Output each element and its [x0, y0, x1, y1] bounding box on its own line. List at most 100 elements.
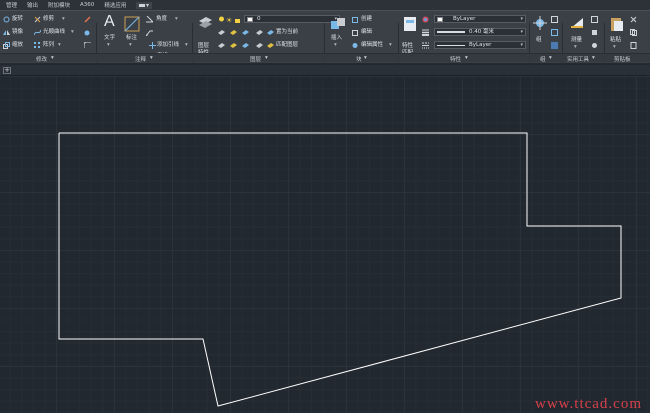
- array-button[interactable]: 阵列: [43, 42, 54, 49]
- ungroup-icon: [551, 16, 558, 23]
- linetype-icon: [422, 42, 429, 49]
- panel-title-block[interactable]: 块: [356, 55, 362, 63]
- drawing-canvas[interactable]: www.ttcad.com: [0, 76, 650, 413]
- utility-icon: [591, 16, 598, 23]
- trim-button[interactable]: 修剪: [43, 16, 54, 23]
- menu-bar: 管理 输出 附加模块 A360 精选应用: [0, 0, 650, 10]
- layer-color-swatch: [247, 17, 253, 22]
- mirror-button[interactable]: 镜像: [12, 29, 23, 36]
- array-dropdown-icon[interactable]: ▾: [58, 42, 61, 49]
- paste-dropdown-icon[interactable]: ▾: [613, 44, 616, 51]
- add-leader-button[interactable]: 添加引线: [157, 42, 179, 49]
- chevron-down-icon: ▾: [520, 16, 523, 22]
- menu-tab-addins[interactable]: 附加模块: [48, 1, 70, 9]
- menu-tab-manage[interactable]: 管理: [6, 1, 17, 9]
- set-current-button[interactable]: 置为当前: [276, 29, 298, 36]
- angle-dropdown-icon[interactable]: ▾: [175, 16, 178, 23]
- text-dropdown-icon[interactable]: ▾: [107, 42, 110, 49]
- rotate-button[interactable]: 旋转: [12, 16, 23, 23]
- copy-icon: [84, 30, 90, 36]
- watermark-text: www.ttcad.com: [535, 396, 642, 412]
- add-leader-icon: [149, 42, 156, 49]
- svg-text:☀: ☀: [226, 17, 232, 24]
- scale-button[interactable]: 缩放: [12, 42, 23, 49]
- utility-icon: [592, 43, 597, 48]
- match-layer-icon: [267, 43, 274, 48]
- color-swatch: [437, 17, 443, 22]
- angle-button[interactable]: 角度: [156, 16, 167, 23]
- color-dropdown[interactable]: ByLayer ▾: [434, 15, 526, 23]
- panel-title-layers[interactable]: 图层: [250, 55, 261, 63]
- menu-tab-output[interactable]: 输出: [27, 1, 38, 9]
- layer-tool-icon: [242, 30, 249, 35]
- group-button[interactable]: 组: [536, 37, 542, 44]
- edit-block-button[interactable]: 编辑: [361, 29, 372, 36]
- linetype-preview: [437, 45, 465, 46]
- panel-title-utilities[interactable]: 实用工具: [567, 55, 589, 63]
- panel-title-properties[interactable]: 特性: [450, 55, 461, 63]
- set-current-icon: [267, 30, 274, 35]
- panel-title-modify[interactable]: 修改: [36, 55, 47, 63]
- insert-block-icon: [331, 18, 345, 29]
- insert-button[interactable]: 插入: [331, 35, 342, 42]
- trim-dropdown-icon[interactable]: ▾: [62, 16, 65, 23]
- smooth-dropdown-icon[interactable]: ▾: [71, 29, 74, 36]
- measure-icon: [571, 18, 583, 28]
- chevron-down-icon: ▾: [520, 29, 523, 35]
- panel-title-block-arrow[interactable]: ▾: [364, 55, 367, 61]
- ribbon-display-dropdown[interactable]: [136, 1, 153, 9]
- add-leader-dropdown-icon[interactable]: ▾: [185, 42, 188, 49]
- edit-attribute-icon: [352, 43, 358, 48]
- rotate-icon: [3, 16, 10, 23]
- dimension-icon: [124, 16, 140, 32]
- scale-icon: [3, 42, 10, 49]
- layer-tool-icon: [256, 30, 263, 35]
- panel-title-properties-arrow[interactable]: ▾: [465, 55, 468, 61]
- edit-attribute-button[interactable]: 编辑属性: [361, 42, 383, 49]
- panel-title-groups[interactable]: 组: [540, 55, 546, 63]
- match-layer-button[interactable]: 匹配图层: [276, 42, 298, 49]
- ribbon-toggle-icon: [139, 3, 150, 7]
- panel-title-groups-arrow[interactable]: ▾: [549, 55, 552, 61]
- dimension-button[interactable]: 标注: [126, 35, 137, 42]
- lineweight-dropdown[interactable]: 0.40 毫米 ▾: [434, 28, 526, 36]
- panel-title-layers-arrow[interactable]: ▾: [265, 55, 268, 61]
- create-block-icon: [352, 17, 358, 23]
- panel-title-utilities-arrow[interactable]: ▾: [592, 55, 595, 61]
- measure-dropdown-icon[interactable]: ▾: [574, 44, 577, 51]
- layer-dropdown[interactable]: 0 ▾: [244, 15, 340, 23]
- layer-tool-icon: [218, 43, 225, 48]
- lineweight-preview: [437, 31, 465, 33]
- linetype-dropdown[interactable]: ByLayer ▾: [434, 41, 526, 49]
- layer-lock-icon: [235, 19, 240, 23]
- mirror-icon: [3, 30, 10, 35]
- polyline-outline[interactable]: [58, 132, 622, 407]
- layer-on-icon: [219, 16, 224, 22]
- panel-title-modify-arrow[interactable]: ▾: [51, 55, 54, 61]
- menu-tab-a360[interactable]: A360: [80, 2, 94, 8]
- dimension-dropdown-icon[interactable]: ▾: [129, 42, 132, 49]
- new-tab-button[interactable]: +: [3, 67, 11, 74]
- smooth-curve-button[interactable]: 光顺曲线: [43, 29, 65, 36]
- panel-title-annotation[interactable]: 注释: [135, 55, 146, 63]
- clipboard-icon: [630, 42, 637, 49]
- panel-title-clipboard[interactable]: 剪贴板: [614, 55, 631, 63]
- smooth-curve-icon: [34, 29, 41, 36]
- panel-title-annotation-arrow[interactable]: ▾: [150, 55, 153, 61]
- lineweight-icon: [422, 29, 429, 36]
- drawing-svg: [58, 132, 622, 407]
- create-block-button[interactable]: 创建: [361, 16, 372, 23]
- edit-attribute-dropdown-icon[interactable]: ▾: [389, 42, 392, 49]
- utility-icon: [592, 30, 597, 35]
- measure-button[interactable]: 测量: [571, 37, 582, 44]
- insert-dropdown-icon[interactable]: ▾: [334, 42, 337, 49]
- text-button[interactable]: 文字: [104, 35, 115, 42]
- panel-title-bar: 修改 ▾ 注释 ▾ 图层 ▾ 块 ▾ 特性 ▾ 组 ▾ 实用工具 ▾ 剪贴板: [0, 53, 650, 63]
- group-icon: [533, 16, 547, 30]
- cut-icon: [630, 16, 637, 23]
- layer-tool-icon: [230, 30, 237, 35]
- paste-button[interactable]: 粘贴: [610, 37, 621, 44]
- menu-tab-featured-apps[interactable]: 精选应用: [104, 1, 126, 9]
- layer-freeze-icon: ☀: [226, 17, 232, 24]
- document-tab-strip: +: [0, 65, 650, 76]
